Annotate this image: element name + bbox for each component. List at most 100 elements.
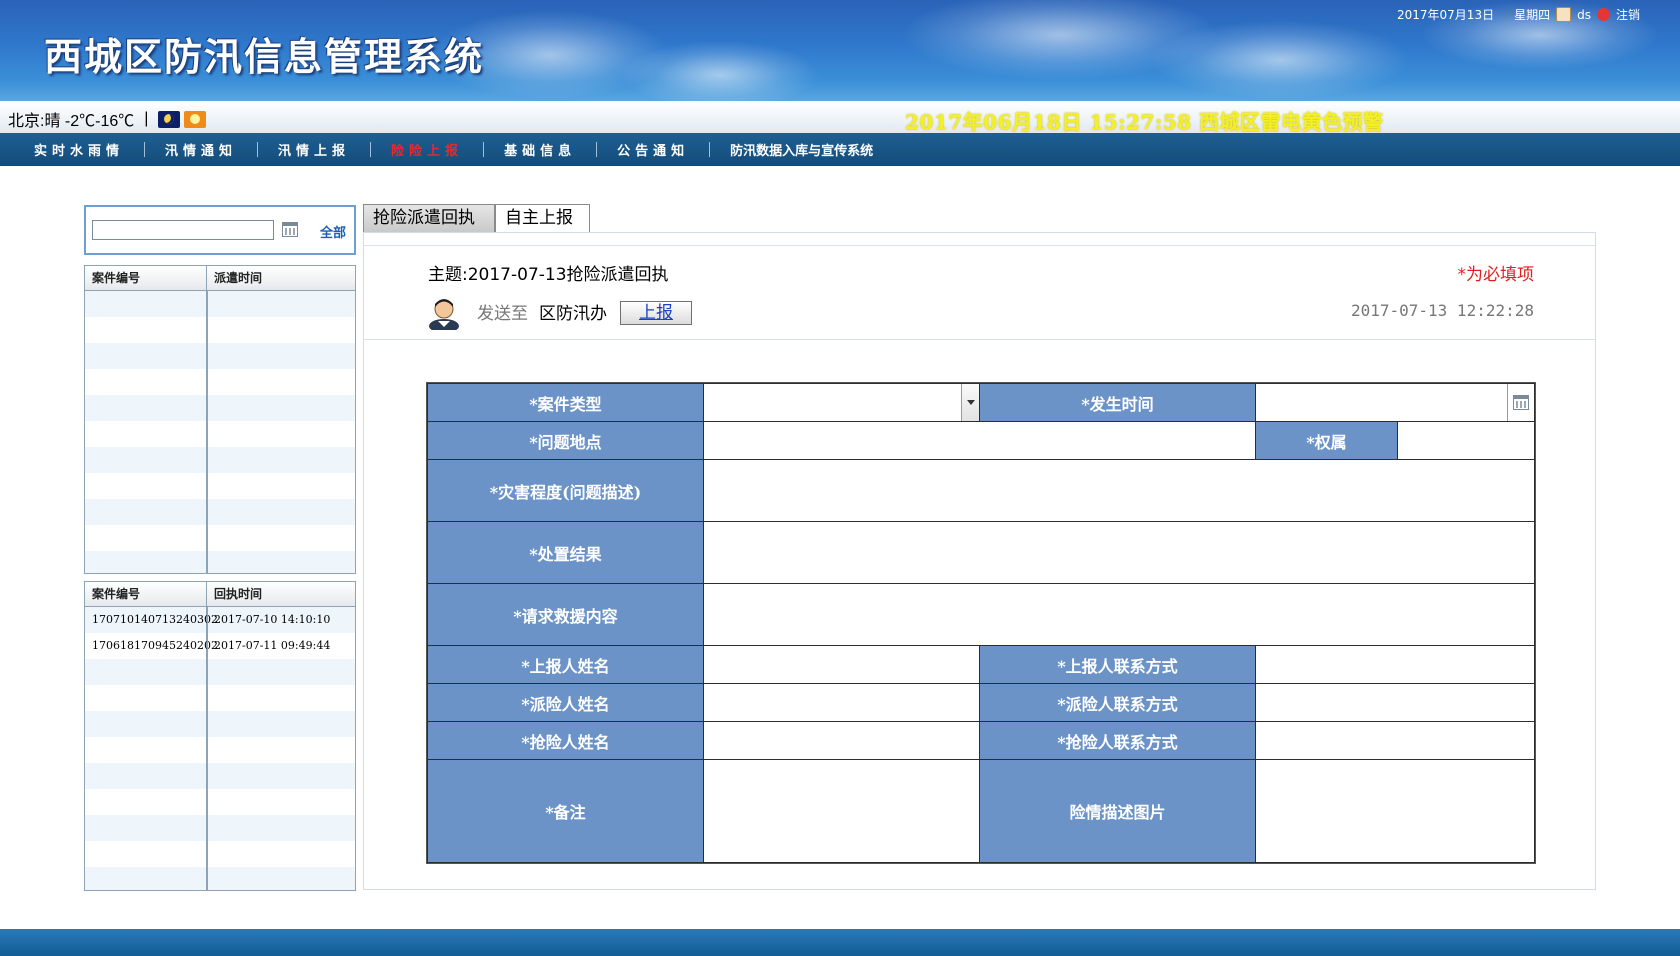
sendto-label: 发送至 bbox=[477, 304, 528, 324]
current-date: 2017年07月13日 bbox=[1397, 8, 1495, 22]
current-weekday: 星期四 bbox=[1514, 8, 1551, 22]
rescue-report-form: *案件类型 *发生时间 *问题地点 *权属 *灾害程度(问题描述) *处置结果 … bbox=[426, 382, 1536, 864]
table-row bbox=[85, 815, 355, 841]
table-row bbox=[85, 737, 355, 763]
column-header-dispatch-time[interactable]: 派遣时间 bbox=[207, 266, 355, 290]
table-row bbox=[85, 551, 355, 573]
calendar-button[interactable] bbox=[1507, 384, 1534, 421]
nav-item-data-system[interactable]: 防汛数据入库与宣传系统 bbox=[710, 140, 893, 159]
tab-self-report[interactable]: 自主上报 bbox=[495, 204, 590, 232]
table-row bbox=[85, 659, 355, 685]
submit-report-button[interactable]: 上报 bbox=[620, 301, 692, 325]
nav-item-realtime-water[interactable]: 实时水雨情 bbox=[14, 140, 144, 159]
rescue-request-label: *请求救援内容 bbox=[427, 583, 704, 646]
dispatch-list-body bbox=[85, 291, 355, 573]
subject-value: 2017-07-13抢险派遣回执 bbox=[467, 265, 669, 285]
report-timestamp: 2017-07-13 12:22:28 bbox=[1350, 301, 1534, 320]
column-header-case-id[interactable]: 案件编号 bbox=[85, 582, 207, 606]
chevron-down-icon[interactable] bbox=[961, 384, 979, 421]
ownership-label: *权属 bbox=[1255, 421, 1398, 460]
report-panel: 主题:2017-07-13抢险派遣回执 *为必填项 发送至 区防汛办 上报 20… bbox=[363, 232, 1596, 890]
cloud-decoration bbox=[620, 40, 820, 101]
occur-time-input[interactable] bbox=[1255, 383, 1535, 422]
app-title: 西城区防汛信息管理系统 bbox=[44, 34, 485, 79]
rescuer-name-input[interactable] bbox=[703, 721, 980, 760]
column-header-receipt-time[interactable]: 回执时间 bbox=[207, 582, 355, 606]
ownership-input[interactable] bbox=[1397, 421, 1535, 460]
nav-item-flood-report[interactable]: 汛情上报 bbox=[258, 140, 370, 159]
location-label: *问题地点 bbox=[427, 421, 704, 460]
subject-line: 主题:2017-07-13抢险派遣回执 bbox=[428, 260, 669, 285]
location-input[interactable] bbox=[703, 421, 1256, 460]
receipt-list-body: 170710140713240302 2017-07-10 14:10:10 1… bbox=[85, 607, 355, 890]
damage-textarea[interactable] bbox=[703, 459, 1535, 522]
power-icon[interactable] bbox=[1596, 8, 1610, 21]
dispatcher-contact-input[interactable] bbox=[1255, 683, 1535, 722]
remarks-textarea[interactable] bbox=[703, 759, 980, 863]
date-search-box: 全部 bbox=[84, 205, 356, 255]
date-search-input[interactable] bbox=[92, 220, 274, 240]
case-id-cell: 170618170945240202 bbox=[85, 633, 218, 659]
alert-marquee[interactable]: 2017年06月18日 15:27:58 西城区雷电黄色预警 bbox=[905, 106, 1384, 135]
weather-bar: 北京:晴 -2℃-16℃ | 2017年06月18日 15:27:58 西城区雷… bbox=[0, 101, 1680, 134]
table-row bbox=[85, 685, 355, 711]
subject-label: 主题: bbox=[428, 265, 468, 285]
table-row bbox=[85, 525, 355, 551]
table-row bbox=[85, 841, 355, 867]
weather-separator: | bbox=[144, 110, 149, 127]
table-row bbox=[85, 763, 355, 789]
receipt-list-header: 案件编号 回执时间 bbox=[85, 582, 355, 607]
dispatcher-name-input[interactable] bbox=[703, 683, 980, 722]
column-header-case-id[interactable]: 案件编号 bbox=[85, 266, 207, 290]
photos-upload-area[interactable] bbox=[1255, 759, 1535, 863]
occur-time-label: *发生时间 bbox=[979, 383, 1256, 422]
table-row bbox=[85, 789, 355, 815]
table-row bbox=[85, 447, 355, 473]
table-row bbox=[85, 395, 355, 421]
report-info: 主题:2017-07-13抢险派遣回执 *为必填项 发送至 区防汛办 上报 20… bbox=[364, 245, 1595, 340]
footer-bar bbox=[0, 929, 1680, 956]
case-type-label: *案件类型 bbox=[427, 383, 704, 422]
header-banner: 西城区防汛信息管理系统 2017年07月13日 星期四 ds 注销 bbox=[0, 0, 1680, 101]
table-row bbox=[85, 421, 355, 447]
table-row[interactable]: 170618170945240202 2017-07-11 09:49:44 bbox=[85, 633, 355, 659]
result-textarea[interactable] bbox=[703, 521, 1535, 584]
nav-item-announcements[interactable]: 公告通知 bbox=[597, 140, 709, 159]
required-note: *为必填项 bbox=[1457, 265, 1535, 285]
sendto-value: 区防汛办 bbox=[539, 304, 607, 324]
dispatcher-name-label: *派险人姓名 bbox=[427, 683, 704, 722]
rescuer-contact-label: *抢险人联系方式 bbox=[979, 721, 1256, 760]
rescue-request-textarea[interactable] bbox=[703, 583, 1535, 646]
moon-icon bbox=[158, 110, 181, 128]
rescuer-contact-input[interactable] bbox=[1255, 721, 1535, 760]
weather-info: 北京:晴 -2℃-16℃ | bbox=[8, 107, 207, 131]
nav-item-flood-notice[interactable]: 汛情通知 bbox=[145, 140, 257, 159]
table-row bbox=[85, 499, 355, 525]
table-row bbox=[85, 291, 355, 317]
calendar-icon[interactable] bbox=[282, 222, 298, 237]
show-all-link[interactable]: 全部 bbox=[320, 222, 346, 241]
column-divider bbox=[207, 607, 208, 890]
dispatch-list: 案件编号 派遣时间 bbox=[84, 265, 356, 574]
sun-icon bbox=[184, 110, 207, 128]
column-divider bbox=[207, 291, 208, 573]
username[interactable]: ds bbox=[1577, 8, 1591, 22]
reporter-name-input[interactable] bbox=[703, 645, 980, 684]
table-row bbox=[85, 473, 355, 499]
weather-text: 北京:晴 -2℃-16℃ bbox=[8, 113, 135, 130]
logout-link[interactable]: 注销 bbox=[1616, 6, 1640, 23]
user-icon bbox=[1556, 7, 1572, 22]
case-type-select[interactable] bbox=[703, 383, 980, 422]
tab-dispatch-receipt[interactable]: 抢险派遣回执 bbox=[363, 204, 495, 232]
damage-label: *灾害程度(问题描述) bbox=[427, 459, 704, 522]
table-row[interactable]: 170710140713240302 2017-07-10 14:10:10 bbox=[85, 607, 355, 633]
result-label: *处置结果 bbox=[427, 521, 704, 584]
main-nav: 实时水雨情 汛情通知 汛情上报 险险上报 基础信息 公告通知 防汛数据入库与宣传… bbox=[0, 133, 1680, 166]
nav-item-rescue-report[interactable]: 险险上报 bbox=[371, 140, 483, 159]
receipt-list: 案件编号 回执时间 170710140713240302 2017-07-10 … bbox=[84, 581, 356, 891]
reporter-contact-input[interactable] bbox=[1255, 645, 1535, 684]
photos-label: 险情描述图片 bbox=[979, 759, 1256, 863]
table-row bbox=[85, 867, 355, 890]
rescuer-name-label: *抢险人姓名 bbox=[427, 721, 704, 760]
nav-item-basic-info[interactable]: 基础信息 bbox=[484, 140, 596, 159]
